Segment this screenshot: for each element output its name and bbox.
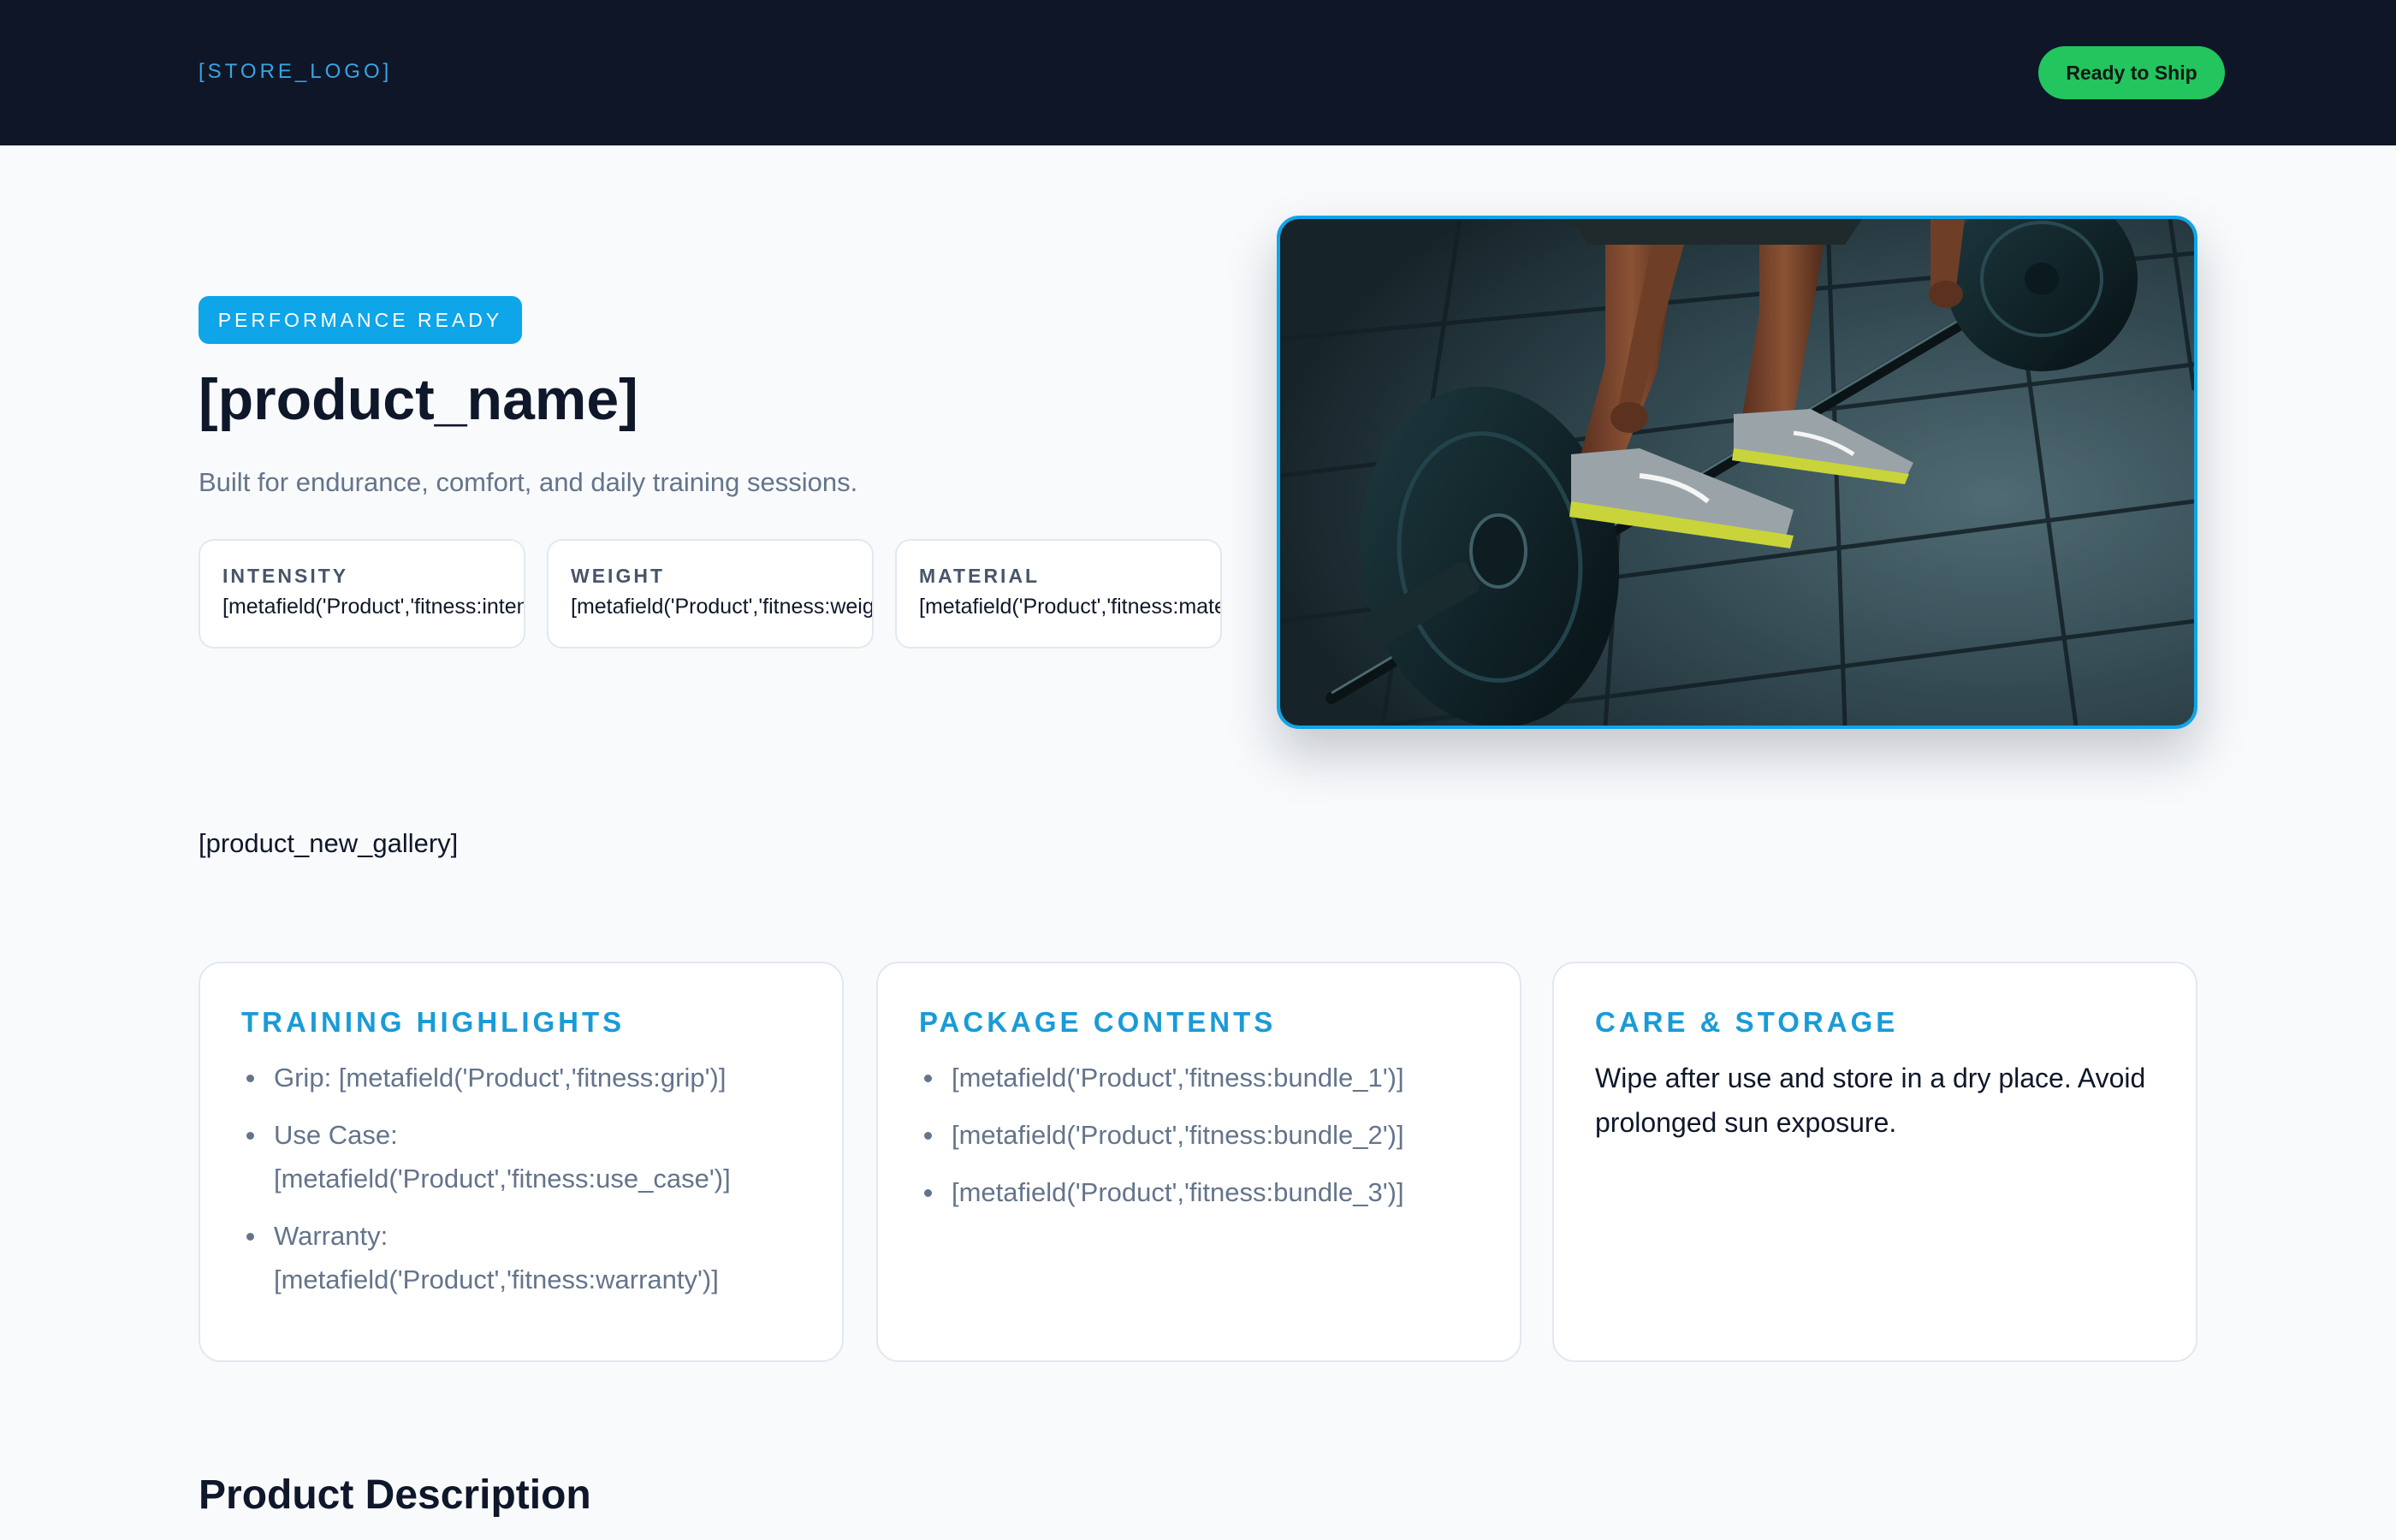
product-gallery-placeholder: [product_new_gallery] xyxy=(199,828,459,858)
list-item: Warranty: [metafield('Product','fitness:… xyxy=(241,1214,801,1301)
spec-value: [metafield('Product','fitness:material')… xyxy=(919,595,1220,619)
spec-card-intensity: INTENSITY [metafield('Product','fitness:… xyxy=(199,539,525,649)
card-title: CARE & STORAGE xyxy=(1595,1006,1899,1038)
performance-badge: PERFORMANCE READY xyxy=(199,296,522,344)
spec-card-weight: WEIGHT [metafield('Product','fitness:wei… xyxy=(547,539,874,649)
product-title: [product_name] xyxy=(199,367,638,432)
product-subtitle: Built for endurance, comfort, and daily … xyxy=(199,467,858,497)
barbell-deadlift-photo xyxy=(1280,219,2194,726)
spec-label: INTENSITY xyxy=(222,565,349,587)
hero-product-image xyxy=(1277,216,2197,729)
spec-card-material: MATERIAL [metafield('Product','fitness:m… xyxy=(895,539,1222,649)
list-item: [metafield('Product','fitness:bundle_1')… xyxy=(919,1056,1479,1099)
spec-value: [metafield('Product','fitness:intensity'… xyxy=(222,595,524,619)
care-instructions: Wipe after use and store in a dry place.… xyxy=(1595,1063,2146,1138)
list-item: Use Case: [metafield('Product','fitness:… xyxy=(241,1113,801,1200)
spec-label: MATERIAL xyxy=(919,565,1041,587)
training-highlights-card: TRAINING HIGHLIGHTS Grip: [metafield('Pr… xyxy=(199,962,844,1362)
store-logo[interactable]: [STORE_LOGO] xyxy=(199,60,392,84)
site-header: [STORE_LOGO] Ready to Ship xyxy=(0,0,2396,145)
package-list: [metafield('Product','fitness:bundle_1')… xyxy=(919,1056,1479,1214)
card-title: PACKAGE CONTENTS xyxy=(919,1006,1277,1038)
list-item: [metafield('Product','fitness:bundle_3')… xyxy=(919,1170,1479,1214)
card-title: TRAINING HIGHLIGHTS xyxy=(241,1006,626,1038)
highlights-list: Grip: [metafield('Product','fitness:grip… xyxy=(241,1056,801,1301)
spec-label: WEIGHT xyxy=(571,565,665,587)
spec-value: [metafield('Product','fitness:weight')] xyxy=(571,595,874,619)
ready-to-ship-badge: Ready to Ship xyxy=(2038,46,2225,99)
list-item: [metafield('Product','fitness:bundle_2')… xyxy=(919,1113,1479,1157)
care-storage-card: CARE & STORAGE Wipe after use and store … xyxy=(1552,962,2197,1362)
list-item: Grip: [metafield('Product','fitness:grip… xyxy=(241,1056,801,1099)
package-contents-card: PACKAGE CONTENTS [metafield('Product','f… xyxy=(876,962,1521,1362)
product-description-heading: Product Description xyxy=(199,1472,591,1518)
